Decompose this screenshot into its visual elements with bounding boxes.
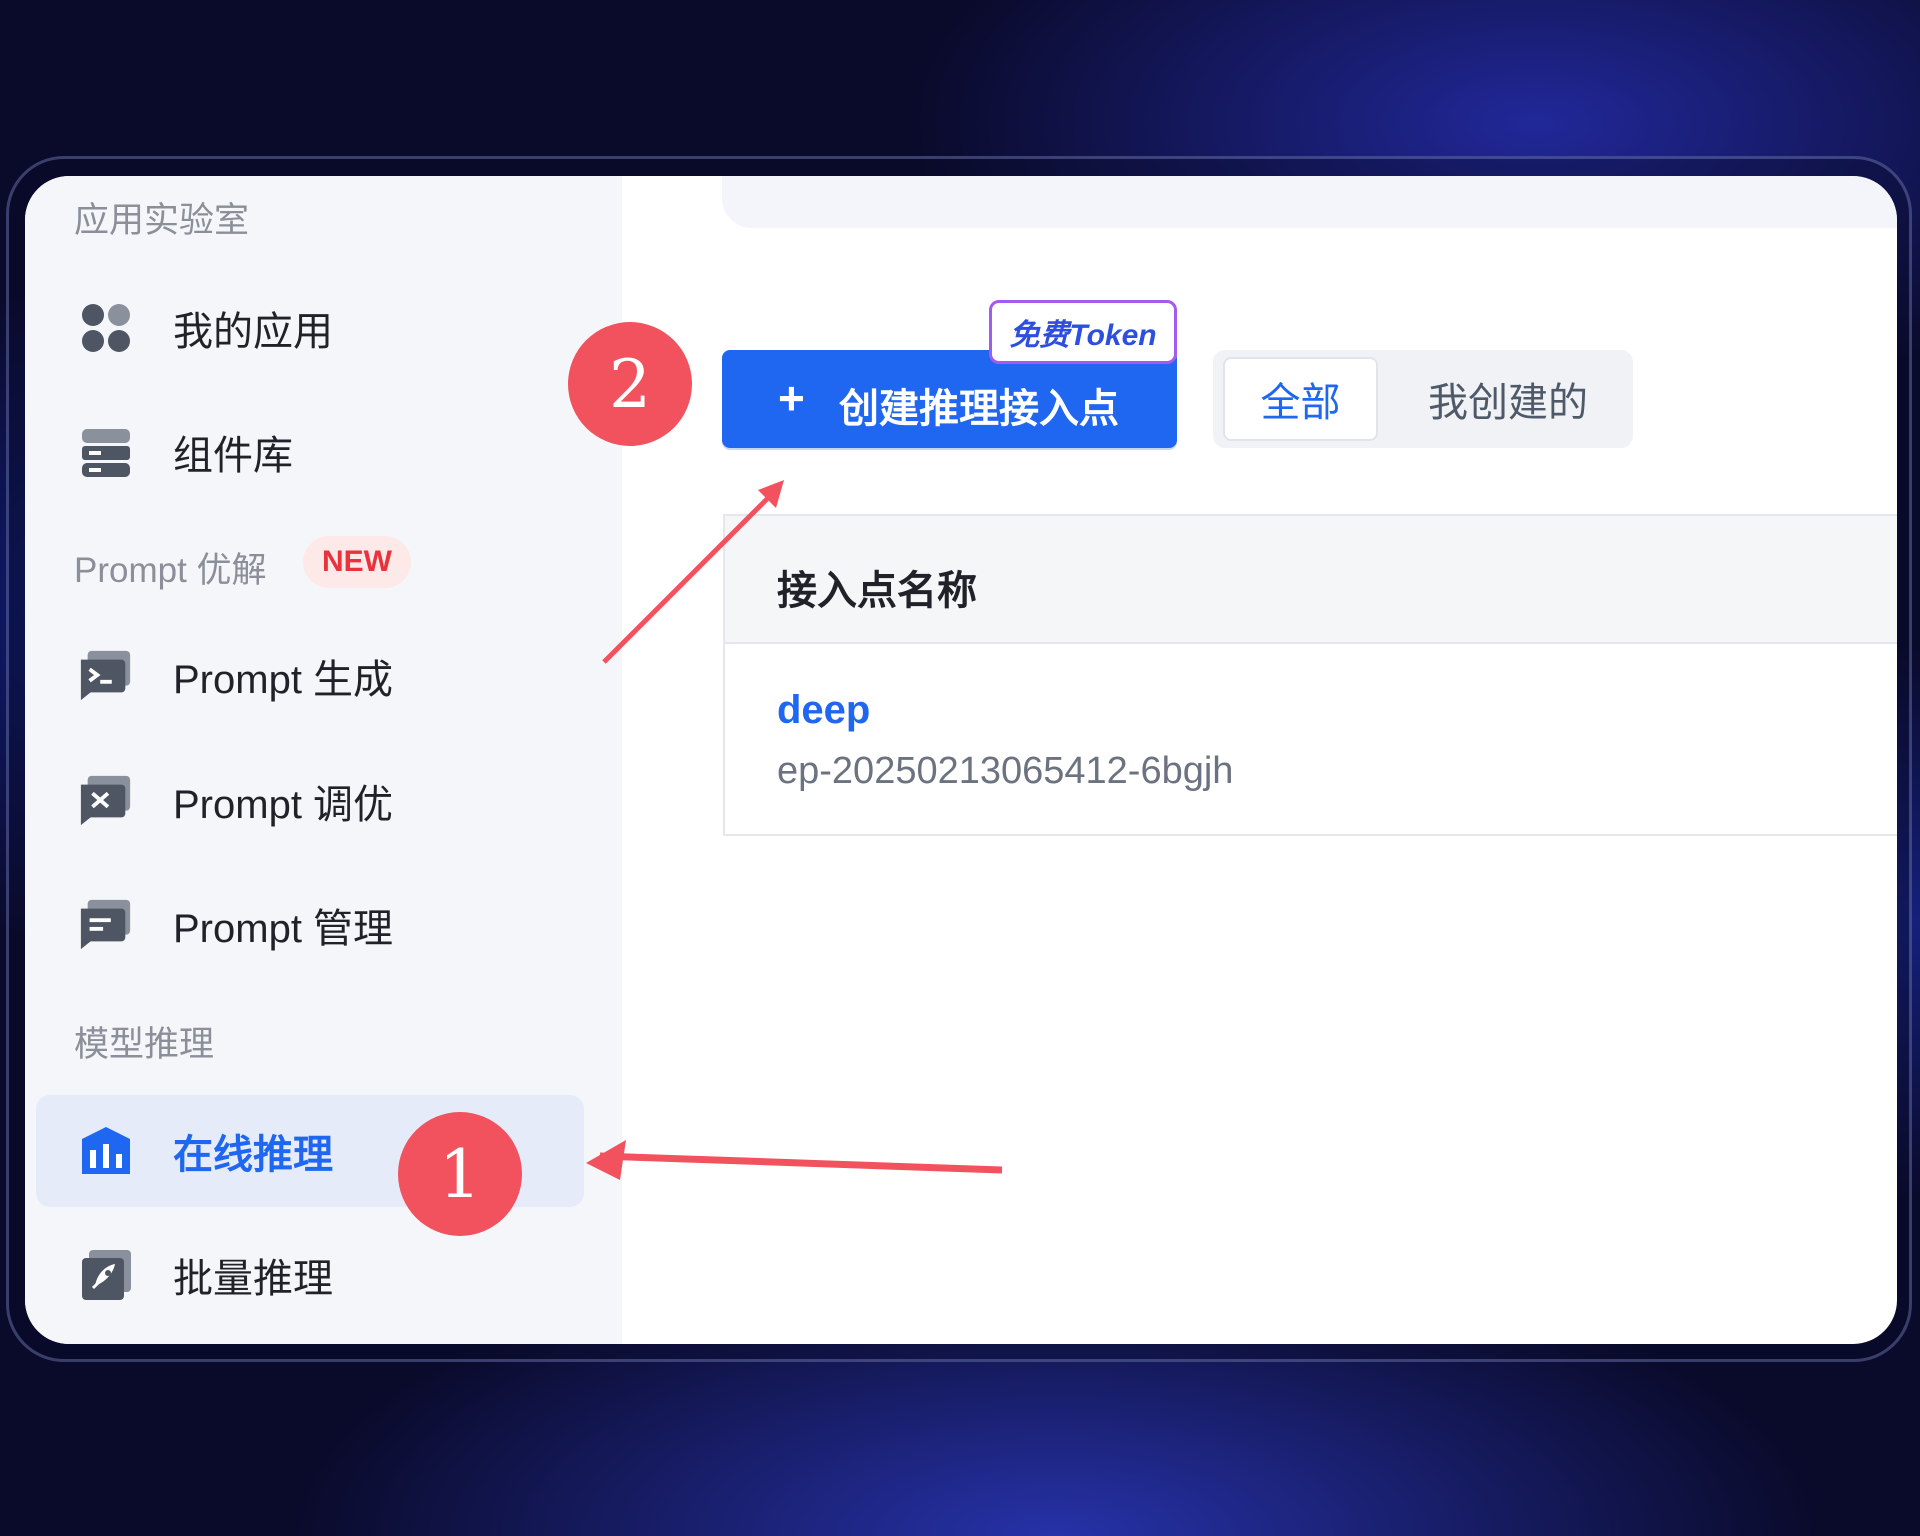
sidebar-item-label: Prompt 生成 <box>173 658 394 702</box>
sidebar: 应用实验室 我的应用 组件库 Prompt 优解 NEW Prompt 生成 P… <box>25 176 622 1344</box>
step-marker-1: 1 <box>398 1112 522 1236</box>
table-header: 接入点名称 <box>725 516 1897 644</box>
endpoint-id: ep-20250213065412-6bgjh <box>777 750 1234 792</box>
endpoint-name-link[interactable]: deep <box>777 688 870 733</box>
create-endpoint-button[interactable]: + 创建推理接入点 <box>722 350 1177 448</box>
sidebar-item-label: 我的应用 <box>173 310 333 354</box>
apps-grid-icon <box>78 300 134 356</box>
app-window: 应用实验室 我的应用 组件库 Prompt 优解 NEW Prompt 生成 P… <box>25 176 1897 1344</box>
tune-icon <box>78 773 134 829</box>
sidebar-item-component-library[interactable]: 组件库 <box>36 396 584 508</box>
step-marker-2: 2 <box>568 322 692 446</box>
plus-icon: + <box>778 372 805 424</box>
component-library-icon <box>78 424 134 480</box>
create-endpoint-label: 创建推理接入点 <box>839 387 1119 431</box>
sidebar-item-my-apps[interactable]: 我的应用 <box>36 272 584 384</box>
sidebar-item-label: Prompt 管理 <box>173 907 394 951</box>
section-title-model-inference: 模型推理 <box>74 1025 215 1064</box>
sidebar-item-prompt-manage[interactable]: Prompt 管理 <box>36 869 584 981</box>
filter-segmented-control: 全部 我创建的 <box>1213 350 1633 448</box>
sidebar-item-prompt-generate[interactable]: Prompt 生成 <box>36 620 584 732</box>
sidebar-item-prompt-tune[interactable]: Prompt 调优 <box>36 745 584 857</box>
top-search-bar <box>722 176 1897 228</box>
filter-tab-all[interactable]: 全部 <box>1223 357 1378 441</box>
section-title-app-lab: 应用实验室 <box>74 201 250 240</box>
endpoint-table: 接入点名称 deep ep-20250213065412-6bgjh <box>723 514 1897 836</box>
filter-tab-created-by-me[interactable]: 我创建的 <box>1403 357 1613 441</box>
terminal-icon <box>78 648 134 704</box>
section-title-prompt: Prompt 优解 <box>74 551 267 590</box>
online-inference-icon <box>78 1123 134 1179</box>
manage-message-icon <box>78 897 134 953</box>
sidebar-item-label: Prompt 调优 <box>173 783 394 827</box>
rocket-icon <box>78 1247 134 1303</box>
column-header-endpoint-name: 接入点名称 <box>777 569 977 613</box>
sidebar-item-batch-inference[interactable]: 批量推理 <box>36 1219 584 1331</box>
new-badge: NEW <box>303 536 411 588</box>
free-token-tag: 免费Token <box>989 300 1177 364</box>
sidebar-item-label: 批量推理 <box>173 1257 333 1301</box>
sidebar-item-label: 组件库 <box>173 434 293 478</box>
sidebar-item-label: 在线推理 <box>173 1133 333 1177</box>
